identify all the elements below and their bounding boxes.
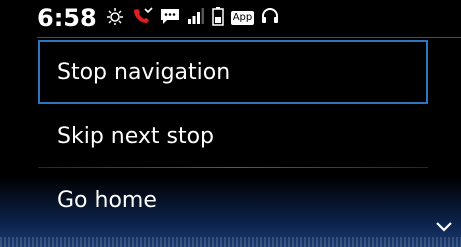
menu-item-skip-next-stop[interactable]: Skip next stop <box>38 104 428 168</box>
battery-icon <box>211 6 225 30</box>
bottom-texture <box>0 237 461 247</box>
car-display: 6:58 App Stop navigation Skip next stop … <box>0 0 461 247</box>
brightness-icon <box>105 6 125 30</box>
chevron-down-icon[interactable] <box>435 218 453 237</box>
menu-item-label: Stop navigation <box>57 59 231 85</box>
missed-call-icon <box>131 6 153 30</box>
status-bar: 6:58 App <box>37 0 280 36</box>
status-divider <box>37 37 461 38</box>
menu-item-stop-navigation[interactable]: Stop navigation <box>38 40 428 104</box>
navigation-menu: Stop navigation Skip next stop Go home <box>38 40 428 232</box>
headset-icon <box>260 6 280 30</box>
menu-item-go-home[interactable]: Go home <box>38 168 428 232</box>
signal-icon <box>187 7 205 29</box>
status-time: 6:58 <box>37 4 97 32</box>
message-icon <box>159 6 181 30</box>
app-badge: App <box>230 11 255 25</box>
menu-item-label: Go home <box>57 187 157 213</box>
menu-item-label: Skip next stop <box>57 123 215 149</box>
